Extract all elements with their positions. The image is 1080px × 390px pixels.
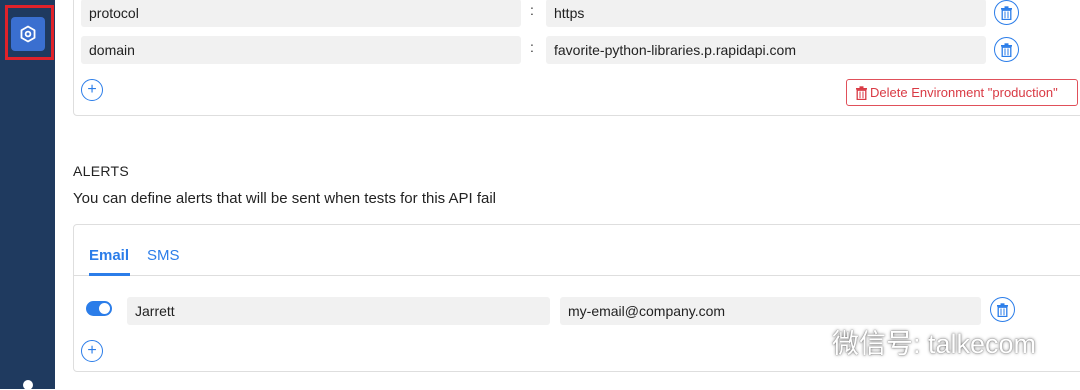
alert-email-text: my-email@company.com [568,303,726,319]
tab-sms[interactable]: SMS [147,247,180,264]
alert-enabled-toggle[interactable] [86,301,112,316]
trash-icon [1001,42,1012,57]
variable-key-text: domain [89,42,135,58]
delete-environment-label: Delete Environment "production" [870,85,1058,100]
delete-alert-button[interactable] [990,297,1015,322]
variable-key-field[interactable]: domain [81,36,521,64]
sidebar [0,0,55,390]
alerts-tab-bar: Email SMS [74,225,1080,276]
environment-card: protocol : https domain : favorite-pytho… [73,0,1080,116]
toggle-knob [99,303,110,314]
delete-environment-button[interactable]: Delete Environment "production" [846,79,1078,106]
trash-icon [997,302,1008,317]
plus-icon: + [87,81,97,98]
delete-variable-button[interactable] [994,0,1019,25]
variable-value-field[interactable]: https [546,0,986,27]
alert-email-field[interactable]: my-email@company.com [560,297,981,325]
variable-value-field[interactable]: favorite-python-libraries.p.rapidapi.com [546,36,986,64]
trash-icon [1001,5,1012,20]
wechat-watermark: 微信号: talkecom [782,322,1036,361]
variable-key-text: protocol [89,5,139,21]
plus-icon: + [87,342,97,359]
wechat-icon [782,326,825,359]
add-alert-button[interactable]: + [81,340,103,362]
delete-variable-button[interactable] [994,37,1019,62]
alerts-heading: ALERTS [73,163,130,179]
alert-name-field[interactable]: Jarrett [127,297,550,325]
add-variable-button[interactable]: + [81,79,103,101]
active-tab-indicator [89,273,130,276]
variable-key-field[interactable]: protocol [81,0,521,27]
key-value-separator: : [530,2,534,18]
watermark-text: 微信号: talkecom [832,329,1037,359]
variable-value-text: favorite-python-libraries.p.rapidapi.com [554,42,796,58]
variable-value-text: https [554,5,585,21]
tab-email[interactable]: Email [89,247,129,264]
alerts-description: You can define alerts that will be sent … [73,190,497,207]
alert-name-text: Jarrett [135,303,175,319]
key-value-separator: : [530,39,534,55]
trash-icon [856,85,867,100]
selection-highlight [5,5,54,60]
